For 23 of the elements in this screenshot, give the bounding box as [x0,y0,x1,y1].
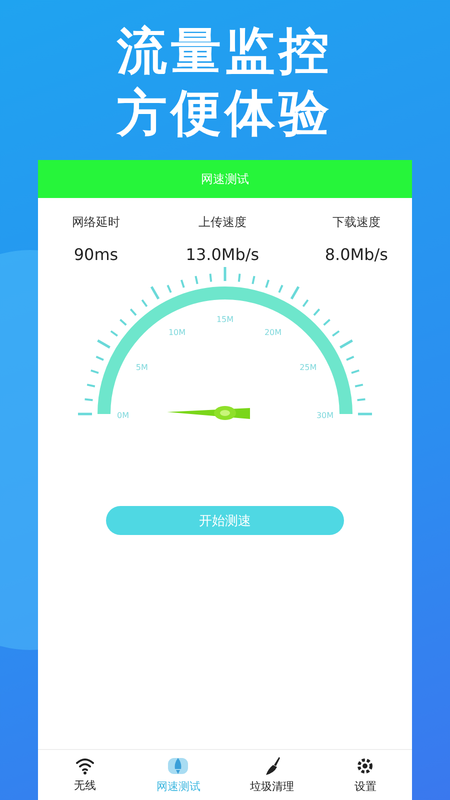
gauge-label: 25M [300,363,317,372]
headline-text: 流量监控 [117,21,333,82]
tab[interactable]: 垃圾清理 [225,750,318,800]
rocket-icon [167,756,190,776]
tab[interactable]: 设置 [318,750,412,800]
stat-value: 90ms [74,245,118,264]
tab[interactable]: 无线 [38,750,132,800]
gauge-label: 0M [117,411,129,420]
stat-label: 网络延时 [72,214,120,231]
gear-icon [355,756,376,776]
needle-icon [167,406,250,420]
gauge-label: 10M [168,328,186,337]
gauge-label: 20M [264,328,282,337]
stat-value: 13.0Mb/s [186,245,260,264]
stat-label: 下载速度 [332,214,380,231]
gauge-label: 30M [316,411,334,420]
headline-text: 方便体验 [117,83,333,144]
gauge-label: 15M [216,315,234,324]
stat-label: 上传速度 [198,214,246,231]
wifi-icon [74,757,95,775]
gauge-label: 5M [136,363,148,372]
header-title: 网速测试 [201,170,249,188]
stat-value: 8.0Mb/s [324,245,388,264]
